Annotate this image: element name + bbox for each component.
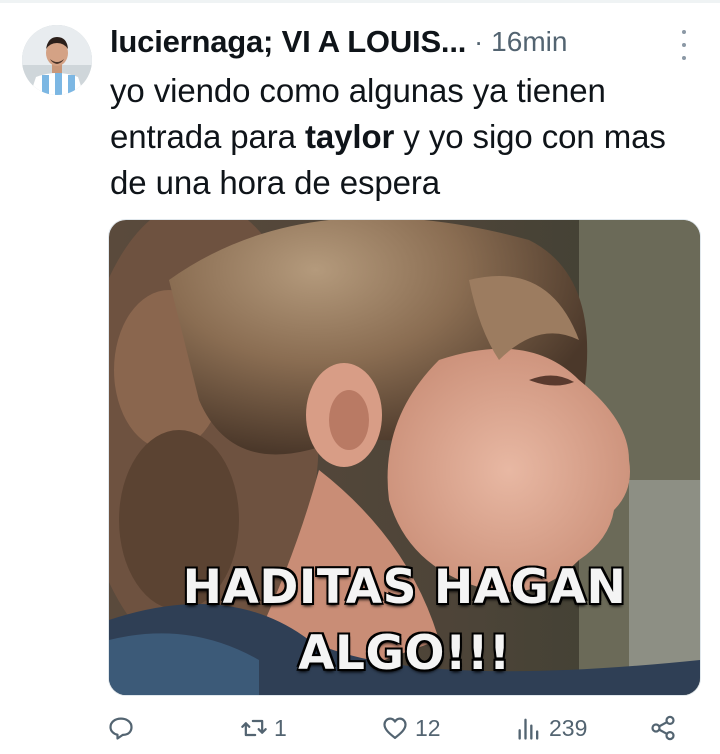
heart-icon (383, 717, 407, 740)
tweet-timestamp[interactable]: 16min (491, 26, 567, 58)
tweet-header: luciernaga; VI A LOUIS... · 16min (110, 22, 700, 62)
retweet-count: 1 (274, 714, 287, 741)
user-avatar-icon (22, 25, 92, 95)
tweet-action-bar: 1 12 239 (0, 705, 720, 751)
media-caption-line-1: HADITAS HAGAN (182, 560, 627, 615)
avatar[interactable] (22, 25, 92, 95)
media-caption-line-2: ALGO!!! (298, 626, 511, 681)
more-options-icon[interactable] (674, 30, 694, 60)
crying-woman-image (109, 220, 700, 695)
tweet-text: yo viendo como algunas ya tienen entrada… (110, 68, 690, 206)
like-count: 12 (415, 714, 441, 741)
top-divider (0, 0, 720, 3)
views-chart-icon (518, 718, 539, 740)
tweet-media-image[interactable]: HADITAS HAGAN ALGO!!! (108, 219, 701, 696)
tweet-text-bold: taylor (305, 118, 395, 155)
retweet-button[interactable]: 1 (240, 705, 287, 751)
retweet-icon (241, 719, 267, 737)
share-button[interactable] (649, 705, 677, 751)
view-count: 239 (549, 714, 588, 741)
views-button[interactable]: 239 (515, 705, 587, 751)
share-icon (651, 715, 675, 741)
author-display-name[interactable]: luciernaga; VI A LOUIS... (110, 24, 466, 60)
reply-button[interactable] (107, 705, 141, 751)
reply-icon (109, 717, 133, 740)
separator-dot: · (474, 26, 484, 57)
like-button[interactable]: 12 (381, 705, 441, 751)
